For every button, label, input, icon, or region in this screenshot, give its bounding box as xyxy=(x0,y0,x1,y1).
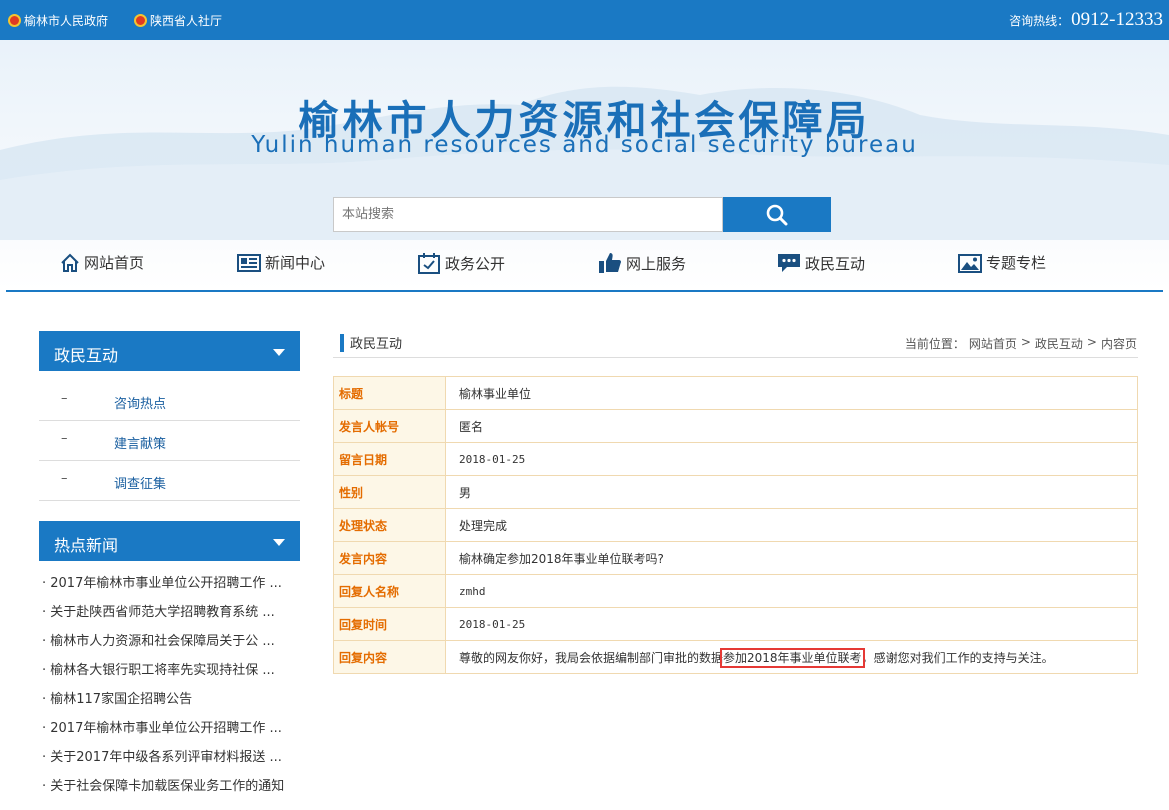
row-key: 处理状态 xyxy=(333,508,446,542)
row-key: 发言内容 xyxy=(333,541,446,575)
dash-marker: – xyxy=(61,431,68,446)
hot-news-item[interactable]: · 2017年榆林市事业单位公开招聘工作 ... xyxy=(42,572,304,601)
message-detail-table: 标题 榆林事业单位 发言人帐号 匿名 留言日期 2018-01-25 性别男 处理状态… xyxy=(333,376,1138,674)
row-value: 处理完成 xyxy=(445,508,1138,542)
row-value: 2018-01-25 xyxy=(445,442,1138,476)
row-value: 榆林确定参加2018年事业单位联考吗? xyxy=(445,541,1138,575)
nav-gov-affairs[interactable]: 政务公开 xyxy=(417,252,505,274)
sidebar-item-suggestions[interactable]: – 建言献策 xyxy=(39,421,300,461)
row-value: zmhd xyxy=(445,574,1138,608)
sidebar-item-survey[interactable]: – 调查征集 xyxy=(39,461,300,501)
main-nav: 网站首页 新闻中心 政务公开 网上服务 政民互动 专题专栏 xyxy=(0,244,1169,290)
hot-news-item[interactable]: · 关于社会保障卡加载医保业务工作的通知 xyxy=(42,775,304,804)
site-title-en: Yulin human resources and social securit… xyxy=(251,132,918,158)
search-input[interactable] xyxy=(333,197,723,232)
search-icon xyxy=(766,204,788,225)
table-row: 性别男 xyxy=(333,475,1138,509)
national-emblem-icon xyxy=(8,14,21,27)
table-row: 回复内容 尊敬的网友你好，我局会依据编制部门审批的数据参加2018年事业单位联考… xyxy=(333,640,1138,674)
row-key: 留言日期 xyxy=(333,442,446,476)
chat-bubble-icon xyxy=(778,254,800,272)
row-value: 男 xyxy=(445,475,1138,509)
sidebar-hot-news-header[interactable]: 热点新闻 xyxy=(39,521,300,561)
row-value: 2018-01-25 xyxy=(445,607,1138,641)
hotline: 咨询热线： 0912-12333 xyxy=(1009,9,1163,31)
nav-interaction[interactable]: 政民互动 xyxy=(777,252,865,274)
hot-news-item[interactable]: · 榆林117家国企招聘公告 xyxy=(42,688,304,717)
row-value: 匿名 xyxy=(445,409,1138,443)
hot-news-list: · 2017年榆林市事业单位公开招聘工作 ... · 关于赴陕西省师范大学招聘教… xyxy=(42,572,304,804)
title-marker xyxy=(340,333,344,352)
search-button[interactable] xyxy=(723,197,831,232)
reply-text-post: ，感谢您对我们工作的支持与关注。 xyxy=(861,650,1054,665)
hot-news-item[interactable]: · 榆林各大银行职工将率先实现持社保 ... xyxy=(42,659,304,688)
nav-online-service[interactable]: 网上服务 xyxy=(598,252,686,274)
nav-news[interactable]: 新闻中心 xyxy=(237,252,325,273)
row-key: 性别 xyxy=(333,475,446,509)
breadcrumb-separator: > xyxy=(1020,335,1031,349)
thumbs-up-icon xyxy=(599,253,621,273)
national-emblem-icon xyxy=(134,14,148,27)
yulin-gov-link[interactable]: 榆林市人民政府 xyxy=(8,12,108,29)
breadcrumb-interaction[interactable]: 政民互动 xyxy=(1035,335,1083,352)
hotline-label: 咨询热线： xyxy=(1009,14,1070,28)
hotline-number: 0912-12333 xyxy=(1071,9,1163,30)
table-row: 回复人名称 zmhd xyxy=(333,574,1138,608)
breadcrumb-home[interactable]: 网站首页 xyxy=(969,335,1017,352)
table-row: 发言内容 榆林确定参加2018年事业单位联考吗? xyxy=(333,541,1138,575)
sidebar-interaction-header[interactable]: 政民互动 xyxy=(39,331,300,371)
row-key: 回复人名称 xyxy=(333,574,446,608)
row-key: 回复内容 xyxy=(333,640,446,674)
shaanxi-hrss-link[interactable]: 陕西省人社厅 xyxy=(134,12,222,29)
hot-news-item[interactable]: · 2017年榆林市事业单位公开招聘工作 ... xyxy=(42,717,304,746)
home-icon xyxy=(61,253,79,272)
hot-news-item[interactable]: · 关于赴陕西省师范大学招聘教育系统 ... xyxy=(42,601,304,630)
caret-down-icon xyxy=(273,539,285,546)
sidebar-item-consult-hot[interactable]: – 咨询热点 xyxy=(39,381,300,421)
hot-news-item[interactable]: · 关于2017年中级各系列评审材料报送 ... xyxy=(42,746,304,775)
caret-down-icon xyxy=(273,349,285,356)
dash-marker: – xyxy=(61,471,68,486)
breadcrumb-current: 内容页 xyxy=(1100,337,1137,351)
dash-marker: – xyxy=(61,391,68,406)
calendar-check-icon xyxy=(418,253,440,274)
content-divider xyxy=(333,357,1138,358)
table-row: 标题 榆林事业单位 xyxy=(333,376,1138,410)
top-bar: 榆林市人民政府 陕西省人社厅 咨询热线： 0912-12333 xyxy=(0,0,1169,40)
hot-news-item[interactable]: · 榆林市人力资源和社会保障局关于公 ... xyxy=(42,630,304,659)
row-key: 标题 xyxy=(333,376,446,410)
picture-icon xyxy=(958,253,982,273)
nav-divider xyxy=(6,290,1163,292)
nav-home[interactable]: 网站首页 xyxy=(60,252,144,273)
table-row: 回复时间 2018-01-25 xyxy=(333,607,1138,641)
reply-text-pre: 尊敬的网友你好，我局会依据编制部门审批的数据 xyxy=(459,650,724,665)
newspaper-icon xyxy=(237,253,261,272)
search-bar xyxy=(333,197,831,232)
breadcrumb: 当前位置： 网站首页 > 政民互动 > 内容页 xyxy=(905,335,1137,352)
breadcrumb-label: 当前位置： xyxy=(904,337,965,351)
breadcrumb-separator: > xyxy=(1086,335,1097,349)
row-key: 发言人帐号 xyxy=(333,409,446,443)
table-row: 处理状态 处理完成 xyxy=(333,508,1138,542)
table-row: 发言人帐号 匿名 xyxy=(333,409,1138,443)
reply-highlight: 参加2018年事业单位联考 xyxy=(720,647,865,668)
table-row: 留言日期 2018-01-25 xyxy=(333,442,1138,476)
row-value: 榆林事业单位 xyxy=(445,376,1138,410)
content-section-title: 政民互动 xyxy=(340,333,402,352)
row-key: 回复时间 xyxy=(333,607,446,641)
nav-topics[interactable]: 专题专栏 xyxy=(958,252,1046,273)
row-value: 尊敬的网友你好，我局会依据编制部门审批的数据参加2018年事业单位联考，感谢您对… xyxy=(445,640,1138,674)
